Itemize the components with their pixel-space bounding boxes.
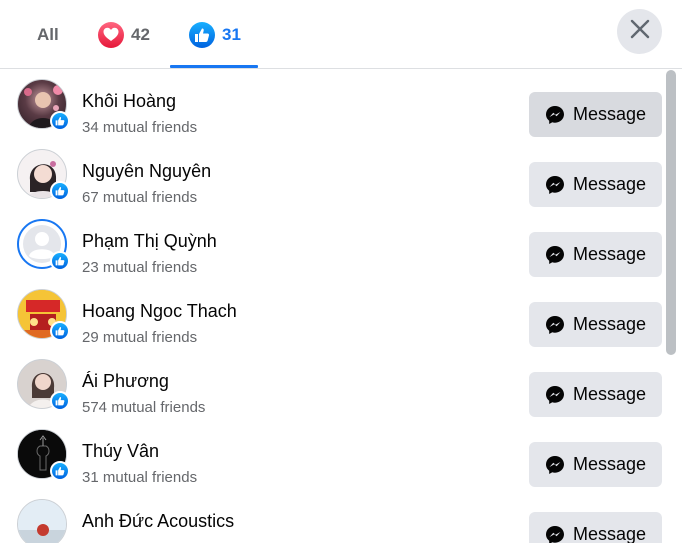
messenger-icon <box>545 525 564 543</box>
message-button[interactable]: Message <box>529 162 662 207</box>
message-button[interactable]: Message <box>529 302 662 347</box>
person-name[interactable]: Phạm Thị Quỳnh <box>82 231 217 252</box>
like-count: 31 <box>222 24 241 44</box>
like-badge-icon <box>50 321 70 341</box>
list-item: Nguyên Nguyên 67 mutual friends Message <box>0 139 670 209</box>
person-name[interactable]: Hoang Ngoc Thach <box>82 301 237 322</box>
mutual-friends: 67 mutual friends <box>82 189 198 206</box>
heart-icon <box>98 21 124 48</box>
message-button-label: Message <box>572 384 647 404</box>
message-button-label: Message <box>572 454 647 474</box>
message-button[interactable]: Message <box>529 442 662 487</box>
message-button-label: Message <box>572 244 647 264</box>
love-count: 42 <box>131 24 150 44</box>
message-button-label: Message <box>572 174 647 194</box>
list-item: Hoang Ngoc Thach 29 mutual friends Messa… <box>0 279 670 349</box>
message-button[interactable]: Message <box>529 512 662 543</box>
mutual-friends: 31 mutual friends <box>82 469 198 486</box>
message-button-label: Message <box>572 314 647 334</box>
reactions-header: All 42 31 <box>0 0 682 69</box>
tab-all[interactable]: All <box>37 0 59 69</box>
avatar[interactable] <box>17 499 67 543</box>
messenger-icon <box>545 385 564 404</box>
tab-all-label: All <box>37 24 59 44</box>
like-badge-icon <box>50 251 70 271</box>
message-button[interactable]: Message <box>529 232 662 277</box>
person-name[interactable]: Anh Đức Acoustics <box>82 511 234 532</box>
list-item: Anh Đức Acoustics Message <box>0 489 670 543</box>
messenger-icon <box>545 175 564 194</box>
like-badge-icon <box>50 461 70 481</box>
active-tab-indicator <box>170 65 258 68</box>
messenger-icon <box>545 455 564 474</box>
scrollbar-thumb[interactable] <box>666 70 676 355</box>
mutual-friends: 34 mutual friends <box>82 119 198 136</box>
like-badge-icon <box>50 111 70 131</box>
reactors-list[interactable]: Khôi Hoàng 34 mutual friends Message Ngu… <box>0 69 682 543</box>
list-item: Khôi Hoàng 34 mutual friends Message <box>0 69 670 139</box>
person-name[interactable]: Nguyên Nguyên <box>82 161 211 182</box>
close-button[interactable] <box>617 9 662 54</box>
like-badge-icon <box>50 391 70 411</box>
thumbs-up-icon <box>189 21 215 48</box>
mutual-friends: 574 mutual friends <box>82 399 206 416</box>
person-name[interactable]: Ái Phương <box>82 371 169 392</box>
list-item: Thúy Vân 31 mutual friends Message <box>0 419 670 489</box>
message-button-label: Message <box>572 524 647 543</box>
tab-love[interactable]: 42 <box>98 0 150 69</box>
list-item: Ái Phương 574 mutual friends Message <box>0 349 670 419</box>
messenger-icon <box>545 315 564 334</box>
person-name[interactable]: Khôi Hoàng <box>82 91 176 112</box>
close-icon <box>630 19 650 44</box>
person-name[interactable]: Thúy Vân <box>82 441 159 462</box>
tab-like[interactable]: 31 <box>189 0 241 69</box>
like-badge-icon <box>50 181 70 201</box>
messenger-icon <box>545 105 564 124</box>
message-button-label: Message <box>572 104 647 124</box>
message-button[interactable]: Message <box>529 92 662 137</box>
mutual-friends: 23 mutual friends <box>82 259 198 276</box>
list-item: Phạm Thị Quỳnh 23 mutual friends Message <box>0 209 670 279</box>
mutual-friends: 29 mutual friends <box>82 329 198 346</box>
messenger-icon <box>545 245 564 264</box>
message-button[interactable]: Message <box>529 372 662 417</box>
